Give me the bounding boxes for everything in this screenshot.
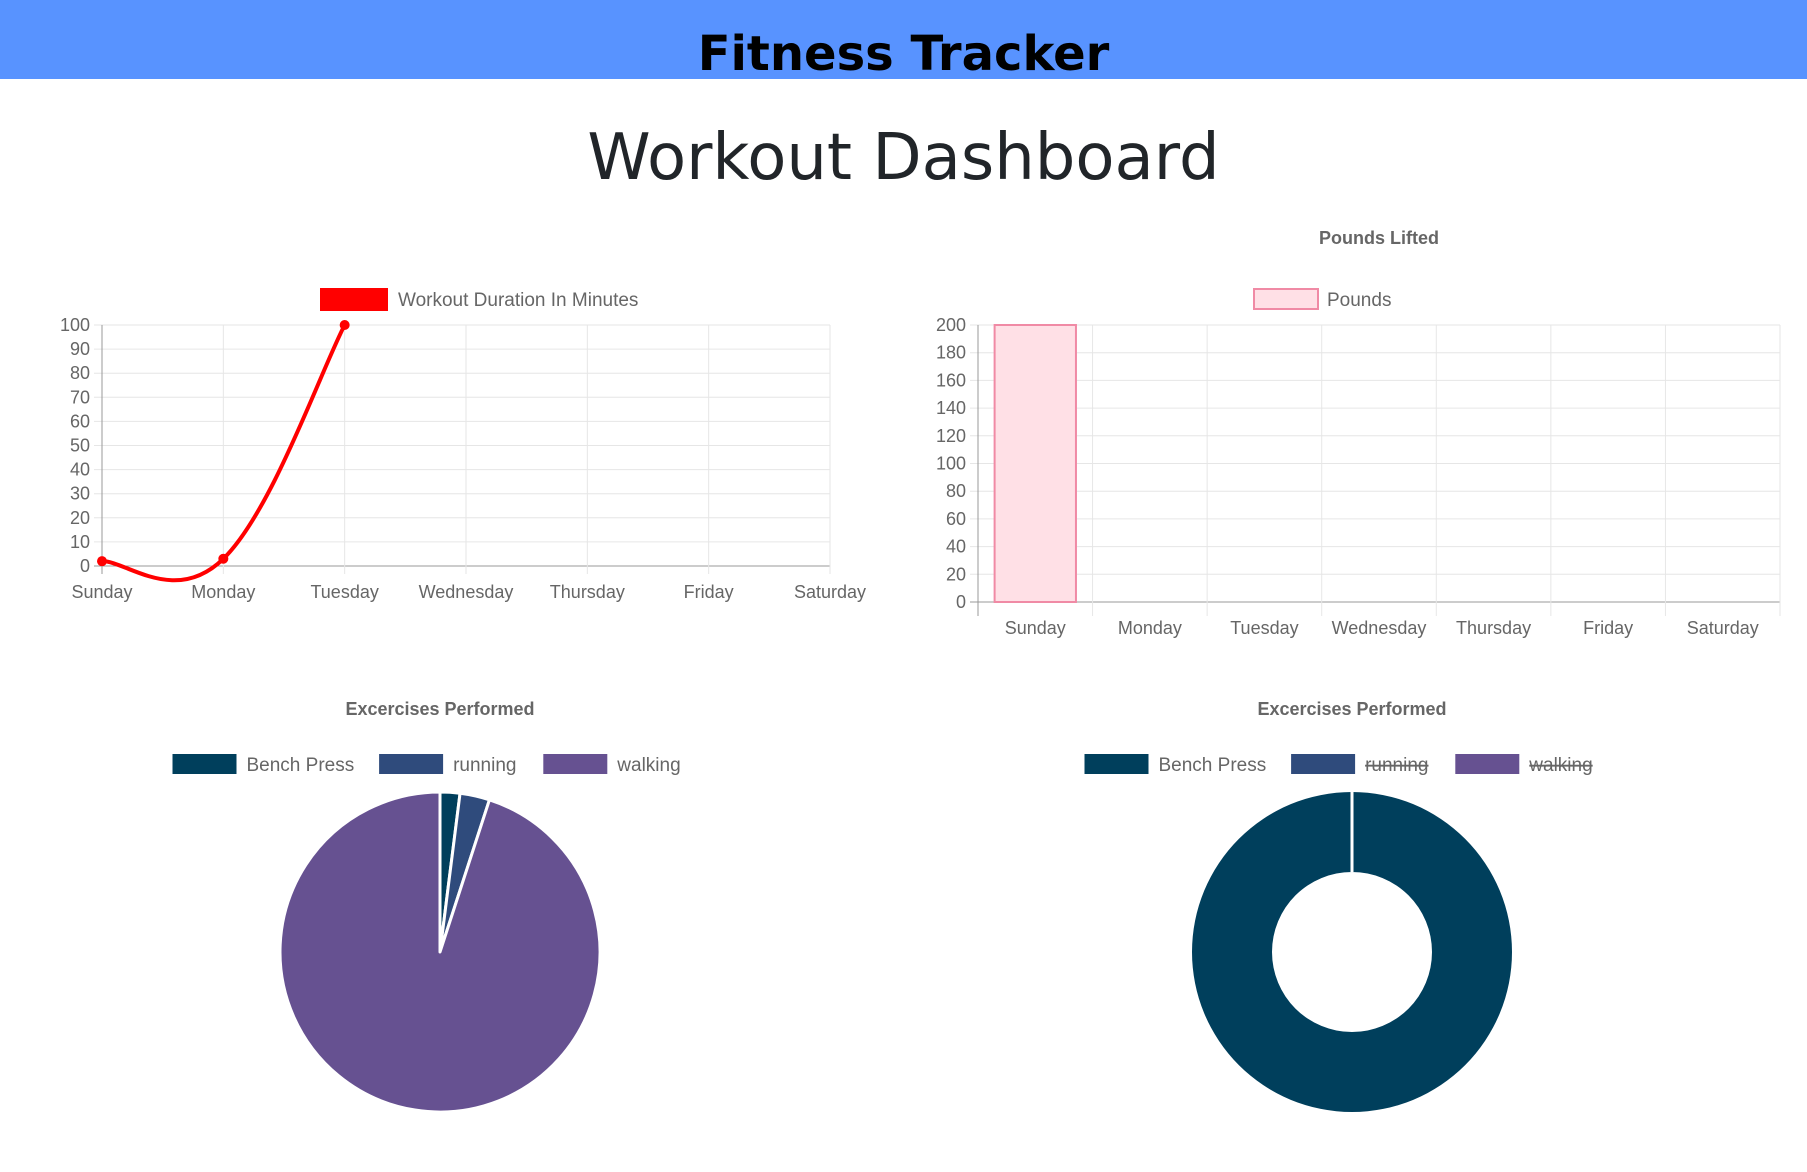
x-tick-label: Tuesday — [310, 582, 378, 602]
x-tick-label: Saturday — [794, 582, 866, 602]
y-tick-label: 90 — [70, 339, 90, 359]
duration-line-chart[interactable]: 0 10 20 30 40 50 60 70 80 90 100 Sunday Monday Tuesda… — [40, 270, 890, 615]
y-tick-label: 100 — [936, 454, 966, 474]
chart-title: Pounds Lifted — [1319, 228, 1439, 248]
x-tick-label: Sunday — [71, 582, 132, 602]
chart-title: Excercises Performed — [1257, 699, 1446, 719]
legend-swatch[interactable] — [1253, 288, 1319, 310]
pounds-bar-chart[interactable]: Pounds Lifted 0 20 40 60 80 100 120 140 160 180 200… — [900, 225, 1781, 645]
x-tick-label: Friday — [1583, 618, 1633, 638]
slice-walking[interactable] — [278, 790, 602, 1114]
y-tick-label: 80 — [946, 481, 966, 501]
legend-label[interactable]: Bench Press — [247, 755, 355, 776]
y-tick-label: 70 — [70, 387, 90, 407]
x-tick-label: Saturday — [1687, 618, 1759, 638]
y-tick-label: 50 — [70, 436, 90, 456]
y-tick-label: 200 — [936, 315, 966, 335]
y-tick-label: 10 — [70, 532, 90, 552]
navbar: Fitness Tracker — [0, 0, 1807, 82]
y-tick-label: 60 — [70, 411, 90, 431]
y-tick-label: 140 — [936, 398, 966, 418]
legend-label[interactable]: running — [453, 755, 516, 776]
x-tick-label: Wednesday — [419, 582, 514, 602]
exercises-pie-chart[interactable]: Excercises Performed Bench Press running wa… — [150, 690, 730, 1120]
legend-label[interactable]: walking — [616, 755, 680, 776]
y-tick-label: 80 — [70, 363, 90, 383]
y-tick-label: 40 — [70, 460, 90, 480]
legend-label[interactable]: running — [1365, 755, 1428, 776]
navbar-brand[interactable]: Fitness Tracker — [0, 24, 1807, 84]
x-tick-label: Wednesday — [1332, 618, 1427, 638]
exercises-doughnut-chart[interactable]: Excercises Performed Bench Press running wa… — [1062, 690, 1642, 1120]
y-tick-label: 40 — [946, 537, 966, 557]
legend-swatch[interactable] — [172, 754, 237, 774]
y-tick-label: 180 — [936, 343, 966, 363]
y-tick-label: 100 — [60, 315, 90, 335]
y-tick-label: 20 — [946, 564, 966, 584]
y-tick-label: 0 — [80, 556, 90, 576]
legend-swatch[interactable] — [1291, 754, 1356, 774]
page-title: Workout Dashboard — [587, 121, 1220, 195]
x-tick-label: Monday — [1118, 618, 1182, 638]
legend-swatch[interactable] — [320, 288, 388, 311]
legend-swatch[interactable] — [1084, 754, 1149, 774]
legend-label[interactable]: Bench Press — [1159, 755, 1267, 776]
x-tick-label: Friday — [684, 582, 734, 602]
legend-swatch[interactable] — [543, 754, 608, 774]
y-tick-label: 160 — [936, 370, 966, 390]
x-tick-label: Tuesday — [1230, 618, 1298, 638]
data-point[interactable] — [97, 556, 107, 567]
x-tick-label: Monday — [191, 582, 255, 602]
y-tick-label: 120 — [936, 426, 966, 446]
data-point[interactable] — [218, 553, 229, 564]
legend-label[interactable]: walking — [1528, 755, 1592, 776]
data-point[interactable] — [339, 320, 350, 330]
y-tick-label: 20 — [70, 508, 90, 528]
x-tick-label: Sunday — [1005, 618, 1066, 638]
legend-swatch[interactable] — [379, 754, 444, 774]
chart-title: Excercises Performed — [345, 699, 534, 719]
y-tick-label: 30 — [70, 484, 90, 504]
legend-label[interactable]: Pounds — [1327, 290, 1391, 311]
legend-label[interactable]: Workout Duration In Minutes — [398, 290, 638, 311]
y-tick-label: 60 — [946, 509, 966, 529]
x-tick-label: Thursday — [550, 582, 625, 602]
legend-swatch[interactable] — [1455, 754, 1520, 774]
x-tick-label: Thursday — [1456, 618, 1531, 638]
bar-pounds[interactable] — [993, 324, 1077, 603]
y-tick-label: 0 — [956, 592, 966, 612]
